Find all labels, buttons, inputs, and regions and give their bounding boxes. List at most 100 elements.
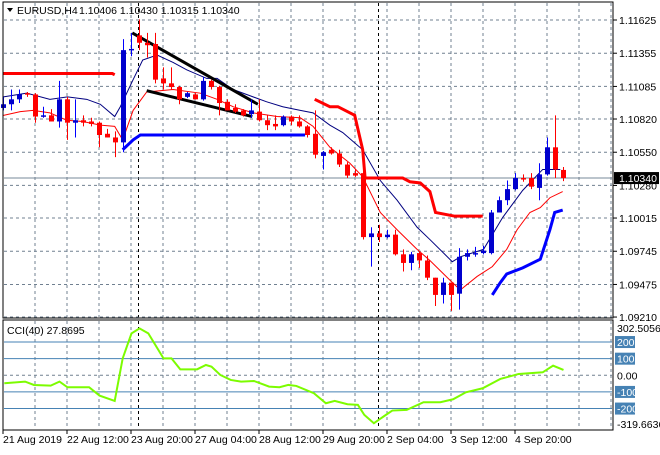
candle-body — [545, 147, 550, 175]
candle-body — [393, 234, 398, 255]
candle-bullish — [121, 39, 126, 153]
candle-body — [289, 116, 294, 122]
candle-body — [241, 110, 246, 116]
candle-body — [489, 212, 494, 254]
price-tick-label: 1.11355 — [619, 48, 656, 60]
candle-body — [217, 87, 222, 104]
candle-body — [9, 99, 14, 105]
candle-body — [369, 233, 374, 238]
candle-body — [361, 173, 366, 238]
current-price-tag: 1.10340 — [614, 172, 659, 185]
time-label: 21 Aug 2019 — [3, 434, 62, 446]
candle-body — [409, 254, 414, 263]
candle-body — [89, 121, 94, 124]
price-tick-label: 1.11625 — [619, 15, 656, 27]
candle-body — [257, 111, 262, 121]
cci-level-label: 100 — [617, 354, 635, 366]
time-label: 22 Aug 12:00 — [67, 434, 129, 446]
cci-min-label: -319.6636 — [617, 419, 660, 431]
candle-body — [249, 110, 254, 115]
candle-body — [137, 35, 142, 43]
candle-body — [553, 147, 558, 170]
price-tick-label: 1.09745 — [619, 246, 657, 258]
candle-body — [113, 137, 118, 143]
candle-body — [337, 153, 342, 165]
time-label: 4 Sep 20:00 — [515, 434, 572, 446]
price-tick-label: 1.11085 — [619, 81, 656, 93]
candle-body — [377, 233, 382, 238]
candle-body — [353, 173, 358, 176]
candle-body — [161, 78, 166, 84]
candle-body — [425, 260, 430, 278]
candle-body — [177, 87, 182, 100]
cci-level-label: -200 — [617, 404, 638, 416]
candle-body — [17, 94, 22, 100]
candle-bullish — [489, 210, 494, 255]
candle-body — [473, 253, 478, 255]
candle-body — [417, 253, 422, 261]
cci-level-label: 200 — [617, 337, 635, 349]
candle-body — [25, 93, 30, 95]
resistance-1-line — [3, 72, 116, 77]
candle-body — [169, 83, 174, 88]
cci-level-label: 0.00 — [617, 370, 638, 382]
candle-body — [49, 115, 54, 122]
price-tick-label: 1.10820 — [619, 114, 657, 126]
cci-max-label: 302.5056 — [617, 323, 660, 335]
candle-body — [305, 126, 310, 136]
candle-body — [313, 133, 318, 155]
candle-body — [145, 42, 150, 46]
symbol-label: EURUSD,H4 — [17, 5, 78, 17]
candle-body — [561, 169, 566, 179]
candle-bullish — [281, 115, 286, 127]
candle-body — [73, 120, 78, 123]
time-label: 3 Sep 12:00 — [451, 434, 508, 446]
candle-body — [505, 189, 510, 201]
trading-chart[interactable]: EURUSD,H4 1.10406 1.10430 1.10315 1.1034… — [0, 0, 660, 450]
candle-body — [41, 115, 46, 117]
time-label: 27 Aug 04:00 — [195, 434, 257, 446]
candle-body — [201, 80, 206, 100]
candle-body — [57, 99, 62, 122]
candle-body — [433, 277, 438, 295]
candle-body — [281, 116, 286, 126]
candle-body — [33, 94, 38, 117]
candle-body — [297, 121, 302, 127]
candle-body — [401, 254, 406, 263]
candle-body — [193, 94, 198, 100]
price-tick-label: 1.10015 — [619, 213, 657, 225]
time-label: 28 Aug 12:00 — [259, 434, 321, 446]
candle-body — [321, 152, 326, 156]
candle-body — [465, 253, 470, 257]
candle-body — [441, 282, 446, 295]
cci-label: CCI(40) 27.8695 — [7, 325, 85, 337]
candle-body — [273, 123, 278, 127]
candle-body — [209, 80, 214, 88]
candle-body — [105, 133, 110, 138]
candle-body — [521, 178, 526, 180]
candle-body — [513, 178, 518, 190]
candle-body — [481, 250, 486, 254]
candle-body — [497, 200, 502, 213]
candle-body — [345, 164, 350, 176]
candle-body — [121, 50, 126, 143]
candle-body — [97, 122, 102, 136]
candle-body — [153, 43, 158, 80]
ohlc-values: 1.10406 1.10430 1.10315 1.10340 — [79, 5, 240, 17]
candle-body — [265, 120, 270, 126]
candle-body — [129, 48, 134, 51]
candle-body — [65, 99, 70, 123]
price-tick-label: 1.10550 — [619, 147, 657, 159]
candle-body — [537, 174, 542, 188]
candle-body — [81, 120, 86, 123]
candle-body — [385, 234, 390, 238]
price-tick-label: 1.09475 — [619, 279, 657, 291]
candle-body — [225, 101, 230, 111]
candle-body — [529, 178, 534, 187]
candle-body — [185, 93, 190, 97]
time-label: 29 Aug 20:00 — [323, 434, 385, 446]
candle-body — [457, 256, 462, 294]
current-price-label: 1.10340 — [619, 173, 657, 185]
candle-body — [329, 149, 334, 154]
cci-level-label: -100 — [617, 387, 638, 399]
